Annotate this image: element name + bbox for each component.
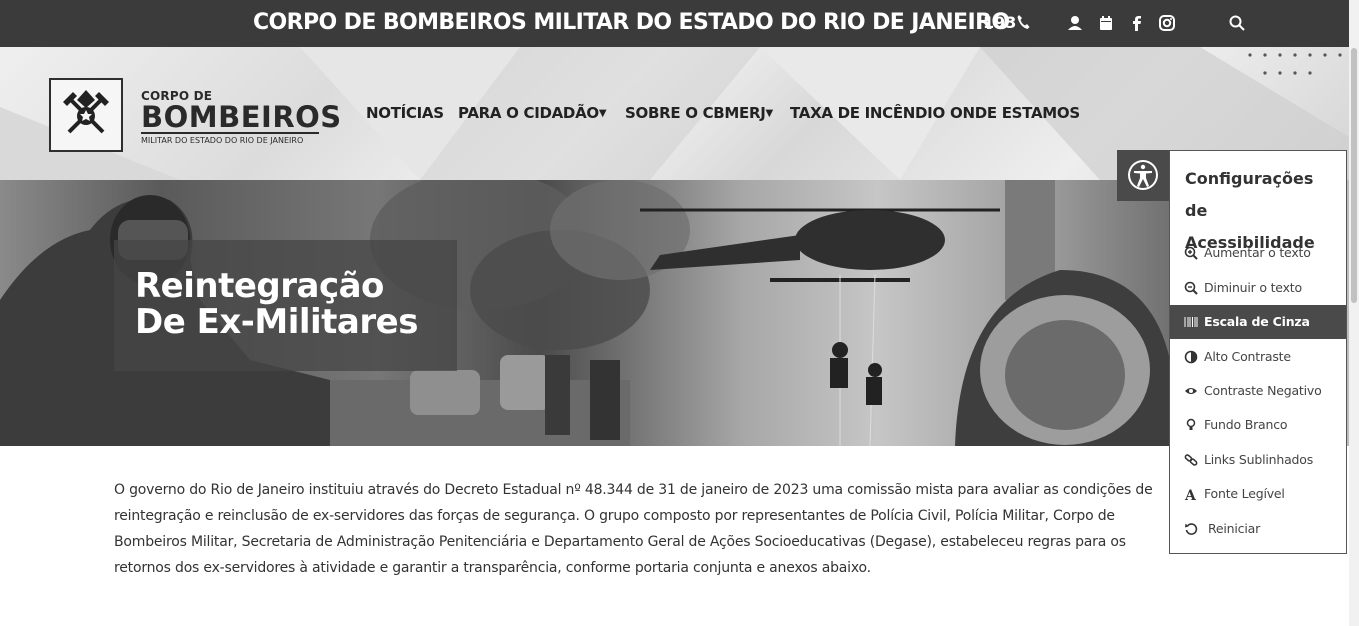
top-bar: CORPO DE BOMBEIROS MILITAR DO ESTADO DO …: [0, 0, 1349, 47]
a11y-reset[interactable]: Reiniciar: [1170, 512, 1346, 546]
nav-onde-estamos[interactable]: ONDE ESTAMOS: [950, 104, 1080, 122]
accessibility-toggle-button[interactable]: [1117, 150, 1169, 201]
calendar-icon[interactable]: [1097, 14, 1115, 32]
caret-down-icon: ▼: [765, 108, 774, 119]
lightbulb-icon: [1186, 418, 1196, 430]
a11y-negative-contrast[interactable]: Contraste Negativo: [1170, 374, 1346, 408]
search-icon[interactable]: [1228, 14, 1246, 32]
nav-para-o-cidadao-label: PARA O CIDADÃO: [458, 104, 599, 122]
emergency-phone-number: 193: [983, 13, 1017, 32]
grayscale-icon: [1184, 317, 1198, 327]
zoom-in-icon: [1184, 246, 1198, 260]
eye-icon: [1185, 388, 1197, 394]
nav-taxa-de-incendio[interactable]: TAXA DE INCÊNDIO: [790, 104, 945, 122]
nav-sobre-o-cbmerj-label: SOBRE O CBMERJ: [625, 104, 766, 122]
a11y-item-label: Aumentar o texto: [1204, 245, 1311, 260]
logo-line-2: BOMBEIROS: [141, 100, 342, 134]
phone-icon: [1017, 15, 1030, 29]
a11y-item-label: Diminuir o texto: [1204, 280, 1302, 295]
a11y-item-label: Fundo Branco: [1204, 417, 1288, 432]
link-icon: [1184, 454, 1198, 466]
a11y-grayscale[interactable]: Escala de Cinza: [1170, 305, 1346, 339]
a11y-high-contrast[interactable]: Alto Contraste: [1170, 340, 1346, 374]
a11y-underline-links[interactable]: Links Sublinhados: [1170, 443, 1346, 477]
emergency-phone-link[interactable]: 193: [983, 13, 1030, 32]
a11y-increase-text[interactable]: Aumentar o texto: [1170, 236, 1346, 270]
hero-banner: Reintegração De Ex-Militares: [0, 180, 1349, 446]
caret-down-icon: ▼: [598, 108, 607, 119]
a11y-item-label: Reiniciar: [1208, 521, 1261, 536]
page-title-line-2: De Ex-Militares: [135, 302, 418, 342]
svg-text:A: A: [1184, 488, 1197, 501]
a11y-item-label: Fonte Legível: [1204, 486, 1285, 501]
logo-emblem[interactable]: [49, 78, 123, 152]
site-title: CORPO DE BOMBEIROS MILITAR DO ESTADO DO …: [253, 10, 1010, 35]
page-title-line-1: Reintegração: [135, 266, 384, 306]
zoom-out-icon: [1184, 281, 1198, 295]
facebook-icon[interactable]: [1128, 14, 1146, 32]
a11y-readable-font[interactable]: A Fonte Legível: [1170, 477, 1346, 511]
user-icon[interactable]: [1066, 14, 1084, 32]
font-icon: A: [1184, 488, 1197, 501]
page-scrollbar[interactable]: [1349, 0, 1359, 626]
accessibility-icon: [1128, 160, 1158, 190]
scrollbar-thumb[interactable]: [1351, 48, 1357, 303]
a11y-item-label: Alto Contraste: [1204, 349, 1291, 364]
nav-sobre-o-cbmerj[interactable]: SOBRE O CBMERJ▼: [625, 104, 773, 122]
intro-paragraph: O governo do Rio de Janeiro instituiu at…: [114, 482, 1153, 576]
nav-para-o-cidadao[interactable]: PARA O CIDADÃO▼: [458, 104, 607, 122]
a11y-item-label: Links Sublinhados: [1204, 452, 1314, 467]
nav-noticias[interactable]: NOTÍCIAS: [366, 104, 444, 122]
a11y-white-background[interactable]: Fundo Branco: [1170, 408, 1346, 442]
logo-line-3: MILITAR DO ESTADO DO RIO DE JANEIRO: [141, 136, 304, 145]
page-title: Reintegração De Ex-Militares: [135, 268, 418, 340]
contrast-icon: [1184, 350, 1198, 364]
reset-icon: [1185, 523, 1198, 535]
accessibility-panel: Configurações de Acessibilidade Aumentar…: [1169, 150, 1347, 554]
a11y-item-label: Escala de Cinza: [1204, 314, 1310, 329]
fire-department-emblem-icon: [63, 90, 109, 134]
page-title-box: Reintegração De Ex-Militares: [114, 240, 457, 371]
a11y-item-label: Contraste Negativo: [1204, 383, 1322, 398]
decorative-dots: [1248, 53, 1348, 84]
logo-text[interactable]: CORPO DE BOMBEIROS MILITAR DO ESTADO DO …: [141, 89, 342, 145]
a11y-decrease-text[interactable]: Diminuir o texto: [1170, 271, 1346, 305]
instagram-icon[interactable]: [1158, 14, 1176, 32]
